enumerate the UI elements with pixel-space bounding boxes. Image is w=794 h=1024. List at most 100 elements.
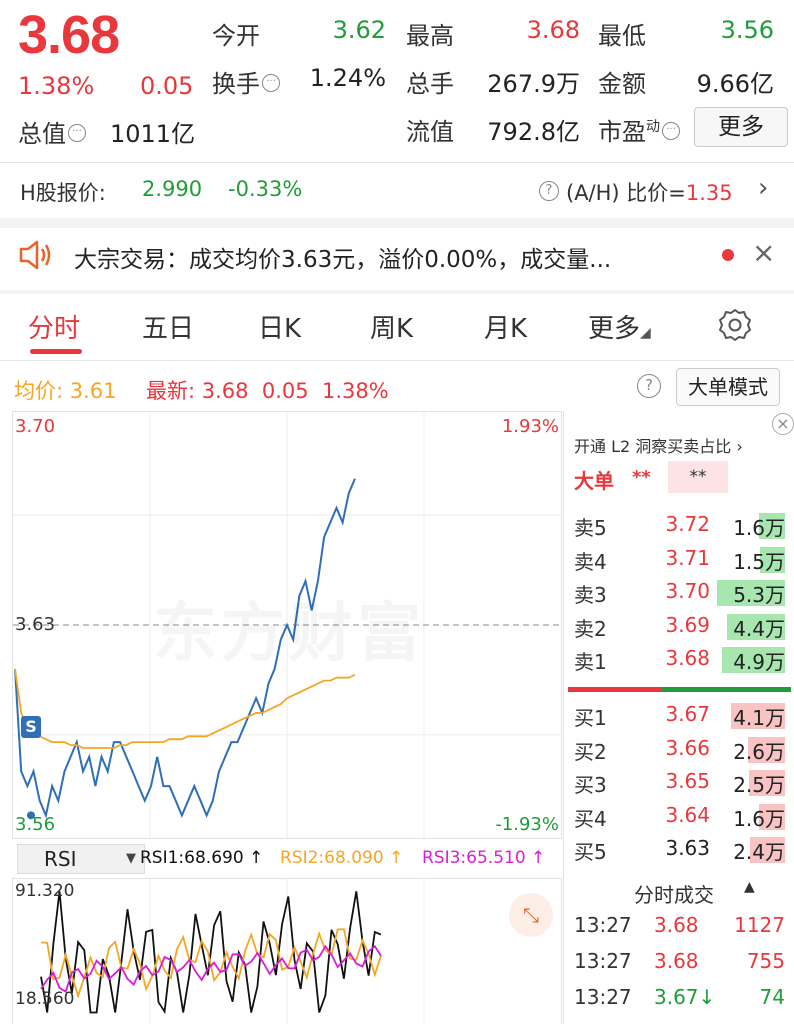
tick-time: 13:27 — [574, 913, 632, 937]
tick-time: 13:27 — [574, 985, 632, 1009]
bid-row[interactable]: 买2 3.66 2.6万 — [564, 733, 794, 766]
help-icon[interactable]: ? — [637, 374, 661, 398]
bid-row[interactable]: 买4 3.64 1.6万 — [564, 800, 794, 833]
chevron-right-icon[interactable]: › — [758, 173, 768, 203]
tick-volume: 1127 — [734, 913, 785, 937]
bid-level: 买4 — [574, 806, 607, 831]
current-price: 3.68 — [18, 5, 120, 65]
buy-ratio-bar — [662, 687, 791, 692]
stat-value-open: 3.62 — [332, 16, 386, 44]
stat-label-market-cap: 总值 ··· — [18, 114, 86, 149]
y-axis-mid-label: 3.63 — [15, 614, 56, 635]
big-order-masked-value: ** — [632, 467, 651, 488]
bid-volume: 2.5万 — [733, 773, 785, 797]
tick-price: 3.67↓ — [654, 985, 716, 1009]
sell-marker[interactable]: S — [21, 716, 41, 738]
rsi2-value: RSI2:68.090 ↑ — [280, 848, 404, 868]
ask-price: 3.70 — [665, 579, 710, 603]
bid-volume: 2.4万 — [733, 840, 785, 864]
ask-price: 3.71 — [665, 545, 710, 570]
divider — [0, 360, 794, 361]
stat-value-low: 3.56 — [720, 16, 774, 44]
stat-value-float-value: 792.8亿 — [487, 118, 580, 146]
rsi-indicator-bar: RSI ▼ RSI1:68.690 ↑ RSI2:68.090 ↑ RSI3:65… — [12, 842, 562, 876]
help-icon[interactable]: ? — [539, 181, 559, 201]
unread-dot — [722, 249, 734, 261]
bid-volume: 2.6万 — [733, 739, 785, 764]
bid-level: 买2 — [574, 739, 607, 764]
stat-value-turnover: 1.24% — [309, 64, 386, 92]
h-share-change: -0.33% — [228, 177, 303, 201]
tick-volume: 74 — [759, 985, 785, 1009]
rsi3-value: RSI3:65.510 ↑ — [422, 848, 546, 868]
bid-level: 买1 — [574, 706, 607, 730]
ask-volume: 1.6万 — [733, 516, 785, 540]
tick-volume: 755 — [746, 949, 785, 973]
l2-promo-link[interactable]: 开通 L2 洞察买卖占比 › — [574, 433, 743, 457]
bid-row[interactable]: 买1 3.67 4.1万 — [564, 699, 794, 732]
info-icon[interactable]: ··· — [68, 124, 86, 142]
order-book-panel: 开通 L2 洞察买卖占比 › × 大单 ** ** 卖5 3.72 1.6万 卖4 3.… — [563, 411, 794, 1024]
tab-weekly-k[interactable]: 周K — [370, 308, 413, 345]
y-axis-bottom-label: 3.56 — [15, 814, 56, 835]
latest-price: 最新: 3.68 0.05 1.38% — [146, 379, 389, 403]
block-trade-banner[interactable]: 大宗交易：成交均价3.63元，溢价0.00%，成交量... × — [0, 220, 794, 290]
tab-intraday[interactable]: 分时 — [28, 308, 80, 345]
rsi-chart-svg — [40, 879, 425, 1024]
rsi-y-bottom-label: 18.560 — [15, 989, 75, 1009]
ask-row[interactable]: 卖5 3.72 1.6万 — [564, 509, 794, 542]
tick-row: 13:27 3.68 1127 — [564, 911, 794, 946]
price-summary-bar: 均价: 3.61 最新: 3.68 0.05 1.38% ? 大单模式 — [0, 362, 794, 412]
close-icon[interactable]: × — [772, 413, 794, 435]
chart-tabs: 分时 五日 日K 周K 月K 更多◢ — [0, 292, 794, 360]
gear-icon[interactable] — [718, 308, 752, 342]
ask-level: 卖3 — [574, 583, 607, 607]
dropdown-arrow-icon: ▼ — [126, 851, 136, 866]
tab-monthly-k[interactable]: 月K — [484, 308, 527, 345]
bid-volume: 4.1万 — [733, 706, 785, 730]
ask-volume: 4.4万 — [733, 616, 785, 641]
block-trade-text: 大宗交易：成交均价3.63元，溢价0.00%，成交量... — [74, 247, 612, 273]
stat-label-amount: 金额 — [598, 70, 646, 98]
bid-level: 买5 — [574, 840, 607, 864]
h-share-label: H股报价: — [20, 181, 106, 205]
ask-row[interactable]: 卖3 3.70 5.3万 — [564, 576, 794, 609]
bid-row[interactable]: 买3 3.65 2.5万 — [564, 766, 794, 799]
ask-volume: 5.3万 — [733, 583, 785, 607]
tab-more[interactable]: 更多◢ — [588, 308, 651, 345]
stat-label-volume: 总手 — [406, 70, 454, 98]
ask-price: 3.68 — [665, 646, 710, 670]
dropdown-corner-icon: ◢ — [640, 325, 651, 341]
bid-price: 3.64 — [665, 802, 710, 827]
rsi-chart[interactable]: 91.320 18.560 ⤡ — [12, 878, 562, 1024]
pct-axis-bottom-label: -1.93% — [495, 814, 559, 835]
expand-icon[interactable]: ⤡ — [509, 893, 553, 937]
watermark: 东方财富 — [153, 582, 425, 674]
stat-value-high: 3.68 — [526, 16, 580, 44]
ask-level: 卖5 — [574, 516, 607, 540]
pct-axis-top-label: 1.93% — [501, 416, 559, 437]
collapse-up-icon[interactable]: ▲ — [744, 879, 755, 895]
more-button[interactable]: 更多 — [694, 107, 788, 147]
rsi-y-top-label: 91.320 — [15, 881, 75, 901]
y-axis-top-label: 3.70 — [15, 416, 56, 437]
ask-row[interactable]: 卖1 3.68 4.9万 — [564, 643, 794, 676]
big-order-mode-button[interactable]: 大单模式 — [676, 368, 780, 406]
h-share-row[interactable]: H股报价: 2.990 -0.33% ? (A/H) 比价=1.35 › — [0, 163, 794, 219]
bid-price: 3.65 — [665, 769, 710, 793]
indicator-select[interactable]: RSI ▼ — [17, 844, 145, 874]
speaker-icon — [19, 240, 51, 270]
bid-row[interactable]: 买5 3.63 2.4万 — [564, 833, 794, 866]
ask-price: 3.72 — [665, 512, 710, 536]
ask-row[interactable]: 卖4 3.71 1.5万 — [564, 543, 794, 576]
close-icon[interactable]: × — [752, 236, 775, 269]
stat-value-volume: 267.9万 — [487, 70, 580, 98]
change-amount: 0.05 — [140, 72, 194, 100]
tab-five-day[interactable]: 五日 — [142, 308, 194, 345]
ticks-title[interactable]: 分时成交 — [634, 879, 714, 908]
tab-daily-k[interactable]: 日K — [258, 308, 301, 345]
intraday-chart[interactable]: 3.70 1.93% 3.63 3.56 -1.93% 东方财富 S — [12, 411, 562, 839]
tick-time: 13:27 — [574, 949, 632, 973]
ask-row[interactable]: 卖2 3.69 4.4万 — [564, 610, 794, 643]
ask-volume: 4.9万 — [733, 650, 785, 674]
